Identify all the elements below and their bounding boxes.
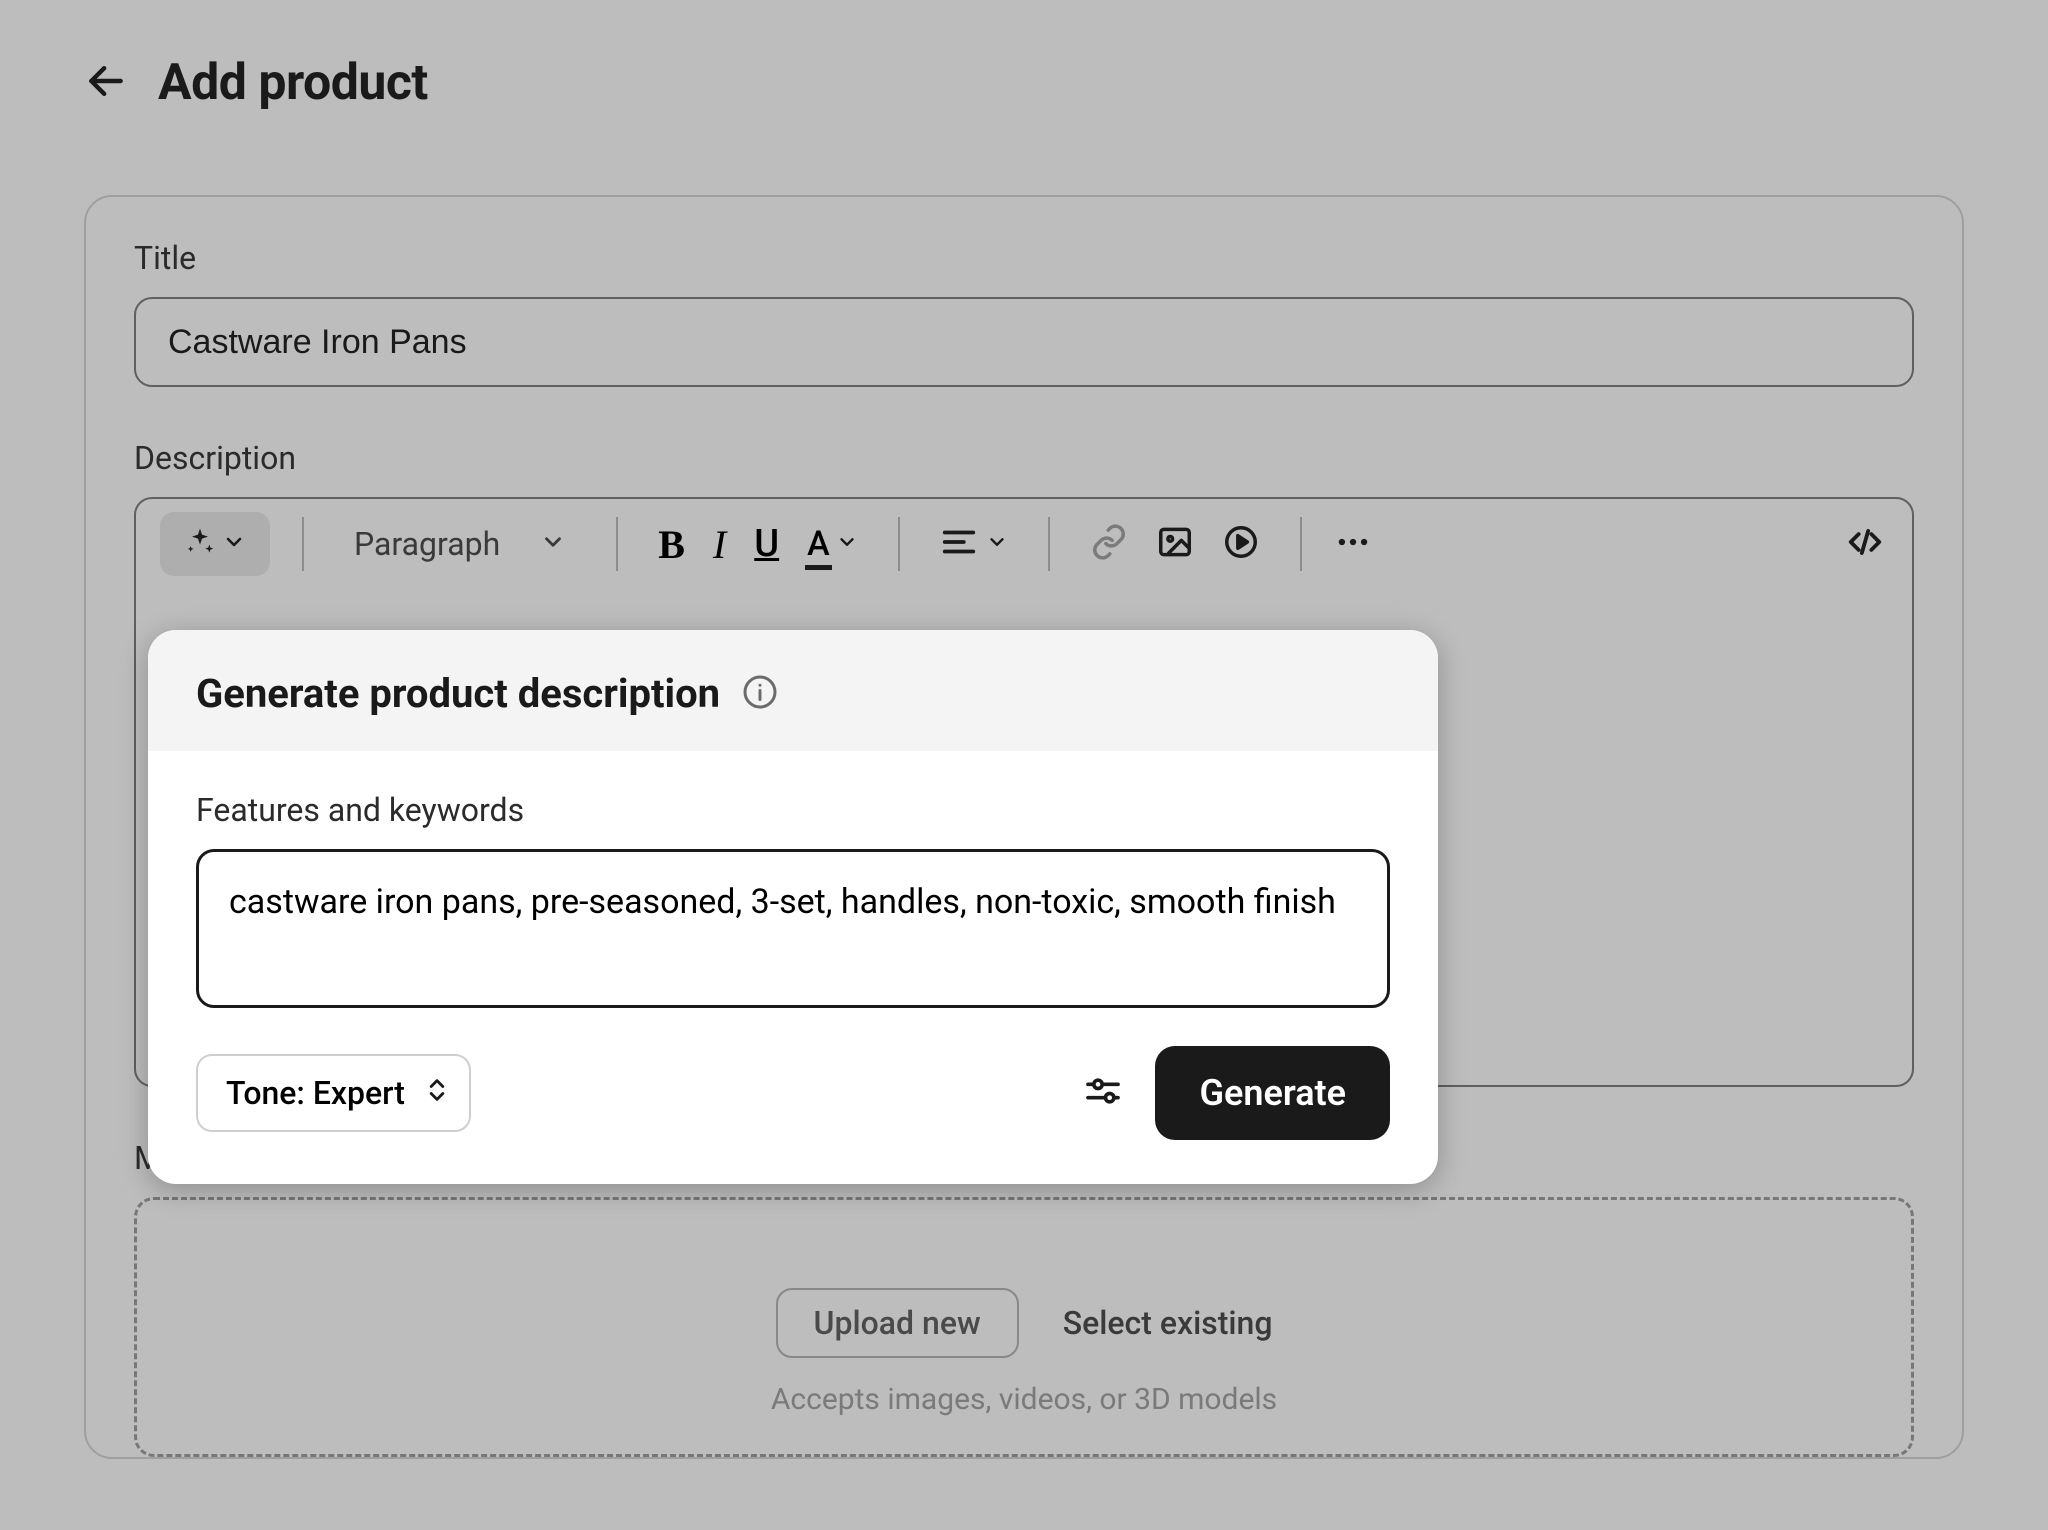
back-button[interactable] xyxy=(84,59,128,107)
upload-new-button[interactable]: Upload new xyxy=(776,1288,1019,1358)
tone-label: Tone: Expert xyxy=(226,1074,405,1112)
more-horizontal-icon xyxy=(1334,523,1372,565)
bold-icon: B xyxy=(658,521,685,568)
paragraph-format-select[interactable]: Paragraph xyxy=(336,512,584,576)
text-color-button[interactable]: A xyxy=(807,512,858,576)
code-icon xyxy=(1846,523,1884,565)
description-field-label: Description xyxy=(134,439,1914,477)
image-button[interactable] xyxy=(1156,512,1194,576)
title-field-label: Title xyxy=(134,239,1914,277)
image-icon xyxy=(1156,523,1194,565)
toolbar-divider xyxy=(1048,517,1050,571)
italic-icon: I xyxy=(713,521,726,568)
ai-settings-button[interactable] xyxy=(1075,1065,1131,1121)
select-chevrons-icon xyxy=(423,1074,451,1112)
code-view-button[interactable] xyxy=(1846,512,1884,576)
chevron-down-icon xyxy=(832,531,858,557)
media-hint-text: Accepts images, videos, or 3D models xyxy=(771,1382,1277,1417)
title-input[interactable] xyxy=(134,297,1914,387)
toolbar-divider xyxy=(302,517,304,571)
underline-button[interactable]: U xyxy=(754,512,779,576)
page-title: Add product xyxy=(158,54,428,112)
toolbar-divider xyxy=(1300,517,1302,571)
media-dropzone[interactable]: Upload new Select existing Accepts image… xyxy=(134,1197,1914,1457)
align-left-icon xyxy=(940,523,978,565)
tone-select[interactable]: Tone: Expert xyxy=(196,1054,471,1132)
italic-button[interactable]: I xyxy=(713,512,726,576)
toolbar-divider xyxy=(616,517,618,571)
sparkle-icon xyxy=(184,526,216,562)
text-color-icon: A xyxy=(807,524,830,564)
chevron-down-icon xyxy=(982,531,1008,557)
generate-description-popover: Generate product description Features an… xyxy=(148,630,1438,1184)
bold-button[interactable]: B xyxy=(658,512,685,576)
link-button[interactable] xyxy=(1090,512,1128,576)
popover-title: Generate product description xyxy=(196,670,720,717)
toolbar-divider xyxy=(898,517,900,571)
underline-icon: U xyxy=(754,522,779,566)
more-button[interactable] xyxy=(1334,512,1372,576)
ai-generate-button[interactable] xyxy=(160,512,270,576)
video-button[interactable] xyxy=(1222,512,1260,576)
format-label: Paragraph xyxy=(354,525,500,563)
generate-button[interactable]: Generate xyxy=(1155,1046,1390,1140)
select-existing-button[interactable]: Select existing xyxy=(1063,1304,1273,1342)
editor-toolbar: Paragraph B I U A xyxy=(136,499,1912,589)
link-icon xyxy=(1090,523,1128,565)
keywords-input[interactable] xyxy=(196,849,1390,1008)
chevron-down-icon xyxy=(222,530,246,558)
arrow-left-icon xyxy=(84,92,128,107)
play-circle-icon xyxy=(1222,523,1260,565)
sliders-icon xyxy=(1083,1071,1123,1115)
info-icon[interactable] xyxy=(742,674,778,714)
keywords-label: Features and keywords xyxy=(196,791,1390,829)
chevron-down-icon xyxy=(540,525,566,563)
align-button[interactable] xyxy=(932,512,1016,576)
